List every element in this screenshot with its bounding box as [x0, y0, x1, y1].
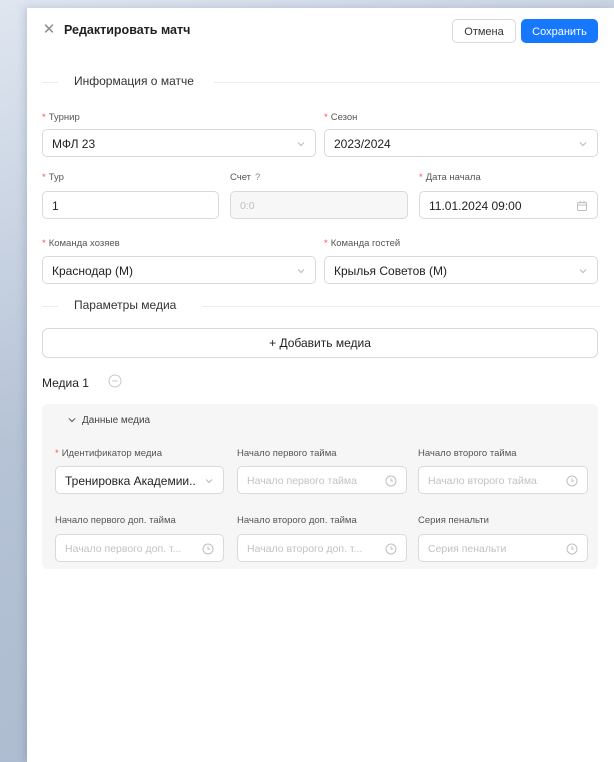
- first-half-placeholder: Начало первого тайма: [247, 475, 357, 487]
- chevron-down-icon: [297, 269, 305, 274]
- second-half-label: Начало второго тайма: [418, 448, 517, 459]
- home-team-value: Краснодар (М): [52, 264, 134, 278]
- score-label: Счет?: [230, 172, 261, 183]
- penalty-placeholder: Серия пенальти: [428, 543, 507, 555]
- away-team-value: Крылья Советов (М): [334, 264, 447, 278]
- first-extra-label: Начало первого доп. тайма: [55, 515, 176, 526]
- round-label: * Тур: [42, 172, 64, 183]
- media-id-value: Тренировка Академии...: [65, 474, 197, 488]
- season-label: * Сезон: [324, 112, 358, 123]
- media-data-collapse[interactable]: Данные медиа: [68, 415, 150, 426]
- divider: [202, 306, 600, 307]
- edit-match-drawer: ✕ Редактировать матч Отмена Сохранить Ин…: [27, 8, 614, 762]
- chevron-down-icon: [205, 479, 213, 484]
- away-team-select[interactable]: Крылья Советов (М): [324, 256, 598, 284]
- chevron-down-icon: [579, 269, 587, 274]
- clock-icon: [566, 475, 578, 487]
- penalty-input[interactable]: Серия пенальти: [418, 534, 588, 562]
- divider: [42, 306, 58, 307]
- remove-circle-icon[interactable]: [108, 374, 122, 388]
- tournament-label: * Турнир: [42, 112, 80, 123]
- media-id-select[interactable]: Тренировка Академии...: [55, 466, 224, 494]
- first-half-label: Начало первого тайма: [237, 448, 337, 459]
- clock-icon: [385, 475, 397, 487]
- drawer-title: Редактировать матч: [64, 23, 191, 37]
- chevron-down-icon: [68, 418, 76, 423]
- round-value: 1: [52, 199, 59, 213]
- away-team-label: * Команда гостей: [324, 238, 401, 249]
- second-extra-label: Начало второго доп. тайма: [237, 515, 357, 526]
- start-date-picker[interactable]: 11.01.2024 09:00: [419, 191, 598, 219]
- add-media-button[interactable]: + Добавить медиа: [42, 328, 598, 358]
- section-title: Параметры медиа: [74, 298, 177, 312]
- chevron-down-icon: [579, 142, 587, 147]
- chevron-down-icon: [297, 142, 305, 147]
- second-extra-input[interactable]: Начало второго доп. т...: [237, 534, 407, 562]
- home-team-select[interactable]: Краснодар (М): [42, 256, 316, 284]
- season-value: 2023/2024: [334, 137, 391, 151]
- tournament-value: МФЛ 23: [52, 137, 96, 151]
- drawer-header: ✕ Редактировать матч Отмена Сохранить: [27, 8, 614, 54]
- clock-icon: [385, 543, 397, 555]
- season-select[interactable]: 2023/2024: [324, 129, 598, 157]
- clock-icon: [202, 543, 214, 555]
- start-date-value: 11.01.2024 09:00: [429, 199, 522, 213]
- help-icon[interactable]: ?: [255, 172, 260, 183]
- first-extra-placeholder: Начало первого доп. т...: [65, 543, 182, 555]
- tournament-select[interactable]: МФЛ 23: [42, 129, 316, 157]
- divider: [42, 82, 58, 83]
- second-half-placeholder: Начало второго тайма: [428, 475, 537, 487]
- score-placeholder: 0:0: [240, 200, 255, 212]
- clock-icon: [566, 543, 578, 555]
- divider: [214, 82, 600, 83]
- save-button[interactable]: Сохранить: [521, 19, 598, 43]
- first-extra-input[interactable]: Начало первого доп. т...: [55, 534, 224, 562]
- media-id-label: * Идентификатор медиа: [55, 448, 163, 459]
- round-input[interactable]: 1: [42, 191, 219, 219]
- start-date-label: * Дата начала: [419, 172, 481, 183]
- section-media-params: Параметры медиа: [42, 298, 600, 314]
- close-icon[interactable]: ✕: [41, 22, 57, 38]
- media-data-panel: Данные медиа * Идентификатор медиа Начало…: [42, 404, 598, 569]
- home-team-label: * Команда хозяев: [42, 238, 120, 249]
- second-half-input[interactable]: Начало второго тайма: [418, 466, 588, 494]
- penalty-label: Серия пенальти: [418, 515, 489, 526]
- cancel-button[interactable]: Отмена: [452, 19, 516, 43]
- section-match-info: Информация о матче: [42, 74, 600, 90]
- collapse-title: Данные медиа: [82, 415, 151, 426]
- first-half-input[interactable]: Начало первого тайма: [237, 466, 407, 494]
- section-title: Информация о матче: [74, 74, 194, 88]
- score-input: 0:0: [230, 191, 408, 219]
- calendar-icon: [577, 201, 587, 211]
- second-extra-placeholder: Начало второго доп. т...: [247, 543, 363, 555]
- media-title: Медиа 1: [42, 376, 89, 390]
